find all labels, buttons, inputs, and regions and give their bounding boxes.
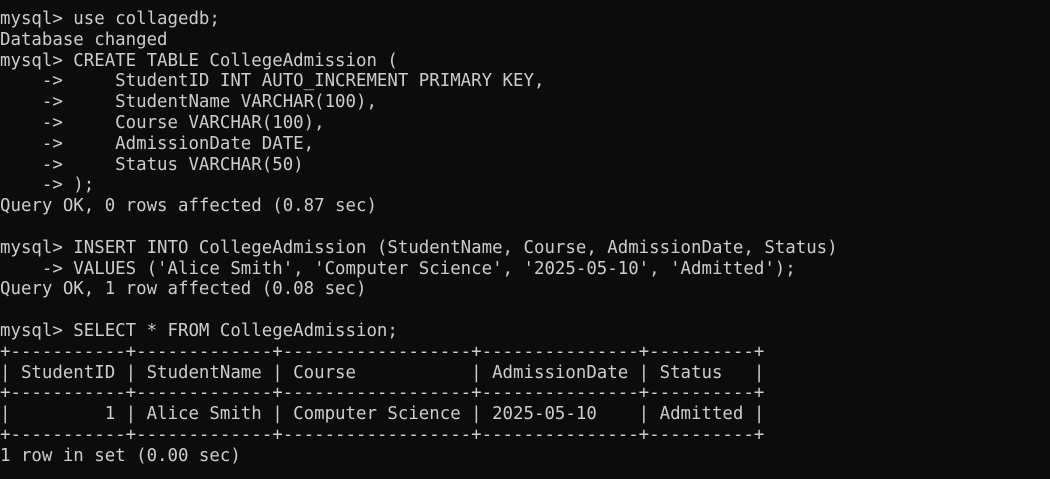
- output-query-ok: Query OK, 1 row affected (0.08 sec): [0, 279, 367, 300]
- table-border: +-----------+-------------+-------------…: [0, 383, 765, 404]
- prompt-line-create-table: mysql> CREATE TABLE CollegeAdmission (: [0, 50, 398, 71]
- continuation-line: -> Status VARCHAR(50): [0, 154, 304, 175]
- table-row: | 1 | Alice Smith | Computer Science | 2…: [0, 404, 765, 425]
- output-database-changed: Database changed: [0, 29, 168, 50]
- table-border: +-----------+-------------+-------------…: [0, 341, 765, 362]
- continuation-line: -> VALUES ('Alice Smith', 'Computer Scie…: [0, 258, 796, 279]
- output-query-ok: Query OK, 0 rows affected (0.87 sec): [0, 196, 377, 217]
- prompt-line-use-db: mysql> use collagedb;: [0, 9, 220, 29]
- continuation-line: -> );: [0, 175, 95, 196]
- continuation-line: -> AdmissionDate DATE,: [0, 133, 315, 154]
- continuation-line: -> Course VARCHAR(100),: [0, 112, 325, 133]
- output-row-count: 1 row in set (0.00 sec): [0, 445, 241, 466]
- prompt-line-select: mysql> SELECT * FROM CollegeAdmission;: [0, 320, 398, 341]
- continuation-line: -> StudentName VARCHAR(100),: [0, 92, 377, 113]
- table-border: +-----------+-------------+-------------…: [0, 424, 765, 445]
- prompt-line-insert: mysql> INSERT INTO CollegeAdmission (Stu…: [0, 237, 838, 258]
- terminal-window[interactable]: mysql> use collagedb; Database changed m…: [0, 0, 1050, 479]
- continuation-line: -> StudentID INT AUTO_INCREMENT PRIMARY …: [0, 71, 545, 92]
- table-header-row: | StudentID | StudentName | Course | Adm…: [0, 362, 765, 383]
